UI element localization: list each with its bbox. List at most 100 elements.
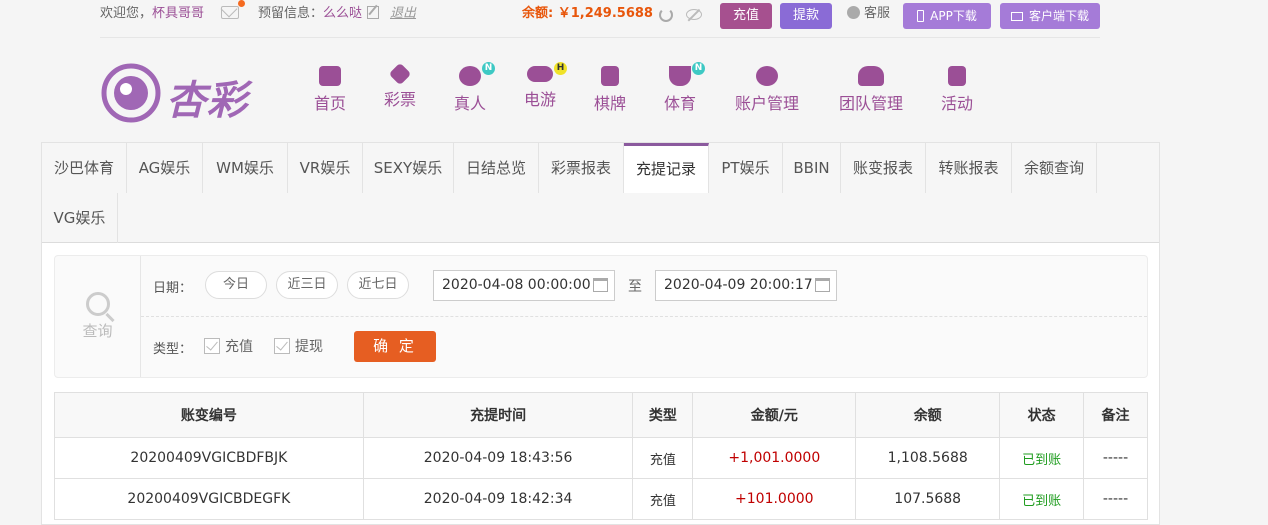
type-label: 类型：: [153, 342, 193, 357]
checkbox-icon: [274, 338, 290, 354]
unread-dot: [238, 0, 245, 7]
nav-home[interactable]: 首页: [313, 66, 347, 114]
type-recharge-checkbox[interactable]: 充值: [204, 336, 253, 356]
phone-icon: [917, 10, 925, 22]
col-header[interactable]: 状态: [999, 392, 1085, 438]
tab-vg[interactable]: VG娱乐: [42, 193, 118, 243]
trophy-icon: N: [669, 62, 705, 86]
site-logo[interactable]: 杏彩: [100, 62, 260, 124]
record-type: 充值: [632, 478, 694, 520]
nav-live[interactable]: N 真人: [453, 62, 495, 114]
tab-balance-query[interactable]: 余额查询: [1012, 143, 1097, 193]
nav-chess[interactable]: 棋牌: [593, 66, 627, 114]
tab-lottery-report[interactable]: 彩票报表: [539, 143, 624, 193]
record-time: 2020-04-09 18:43:56: [362, 437, 634, 479]
reserve-info: 预留信息：么么哒: [258, 6, 363, 21]
gamepad-icon: H: [527, 62, 567, 82]
record-balance: 1,108.5688: [855, 437, 1001, 479]
report-tabs: 沙巴体育 AG娱乐 WM娱乐 VR娱乐 SEXY娱乐 日结总览 彩票报表 充提记…: [42, 143, 1159, 243]
record-id: 20200409VGICBDEGFK: [54, 478, 364, 520]
tab-bbin[interactable]: BBIN: [783, 143, 841, 193]
record-amount: +101.0000: [692, 478, 857, 520]
team-icon: [858, 66, 884, 86]
date-row: 日期： 今日 近三日 近七日 2020-04-08 00:00:00 至 202…: [141, 256, 1147, 317]
checkbox-icon: [204, 338, 220, 354]
tab-account-change[interactable]: 账变报表: [841, 143, 926, 193]
monitor-icon: [1010, 12, 1023, 21]
tab-pt[interactable]: PT娱乐: [709, 143, 783, 193]
cards-icon: [601, 66, 619, 86]
recharge-button[interactable]: 充值: [720, 3, 772, 29]
col-header[interactable]: 备注: [1083, 392, 1148, 438]
top-bar: 欢迎您，杯具哥哥 预留信息：么么哒 退出 余额: ￥1,249.5688 充值 …: [0, 0, 1268, 38]
record-id: 20200409VGICBDFBJK: [54, 437, 364, 479]
tab-sexy[interactable]: SEXY娱乐: [363, 143, 454, 193]
table-row[interactable]: 20200409VGICBDEGFK 2020-04-09 18:42:34 充…: [54, 478, 1148, 520]
to-label: 至: [628, 279, 642, 295]
home-icon: [319, 66, 341, 86]
yen-icon: [756, 66, 778, 86]
record-status: 已到账: [999, 437, 1085, 479]
edit-icon[interactable]: [367, 6, 379, 19]
record-note: -----: [1083, 478, 1148, 520]
refresh-icon[interactable]: [659, 8, 673, 22]
nav-lottery[interactable]: 彩票: [383, 62, 417, 110]
filter-box: 查询 日期： 今日 近三日 近七日 2020-04-08 00:00:00 至 …: [54, 255, 1148, 378]
record-note: -----: [1083, 437, 1148, 479]
tab-saba-sports[interactable]: 沙巴体育: [42, 143, 127, 193]
service-icon: [847, 6, 860, 19]
type-withdraw-checkbox[interactable]: 提现: [274, 336, 323, 356]
live-dealer-icon: N: [459, 62, 495, 86]
table-row[interactable]: 20200409VGICBDFBJK 2020-04-09 18:43:56 充…: [54, 437, 1148, 479]
col-header[interactable]: 金额/元: [692, 392, 857, 438]
range-3days-button[interactable]: 近三日: [276, 271, 338, 299]
withdraw-button[interactable]: 提款: [780, 3, 832, 29]
record-balance: 107.5688: [855, 478, 1001, 520]
col-header[interactable]: 充提时间: [362, 392, 634, 438]
calendar-icon[interactable]: [815, 278, 830, 292]
tab-vr[interactable]: VR娱乐: [288, 143, 363, 193]
date-label: 日期：: [153, 281, 193, 296]
range-7days-button[interactable]: 近七日: [347, 271, 409, 299]
record-time: 2020-04-09 18:42:34: [362, 478, 634, 520]
hide-balance-icon[interactable]: [686, 9, 702, 20]
welcome-text: 欢迎您，杯具哥哥: [100, 6, 205, 21]
logo-text: 杏彩: [166, 78, 248, 124]
mail-icon[interactable]: [221, 0, 245, 19]
nav-account[interactable]: 账户管理: [733, 66, 801, 114]
nav-sports[interactable]: N 体育: [663, 62, 705, 114]
end-date-input[interactable]: 2020-04-09 20:00:17: [655, 270, 837, 301]
tab-deposit-withdraw[interactable]: 充提记录: [624, 143, 709, 193]
report-panel: 沙巴体育 AG娱乐 WM娱乐 VR娱乐 SEXY娱乐 日结总览 彩票报表 充提记…: [41, 142, 1160, 525]
col-header[interactable]: 账变编号: [54, 392, 364, 438]
tab-daily-summary[interactable]: 日结总览: [454, 143, 539, 193]
nav-egame[interactable]: H 电游: [523, 62, 567, 110]
lottery-icon: [388, 62, 412, 86]
customer-service-link[interactable]: 客服: [847, 0, 890, 28]
tab-wm[interactable]: WM娱乐: [203, 143, 288, 193]
logout-link[interactable]: 退出: [390, 0, 416, 28]
col-header[interactable]: 余额: [855, 392, 1001, 438]
col-header[interactable]: 类型: [632, 392, 694, 438]
nav-team[interactable]: 团队管理: [837, 66, 905, 114]
record-type: 充值: [632, 437, 694, 479]
tab-ag[interactable]: AG娱乐: [127, 143, 203, 193]
query-label: 查询: [82, 322, 113, 340]
balance-text: 余额: ￥1,249.5688: [522, 6, 653, 21]
logo-emblem-icon: [101, 63, 161, 123]
username-link[interactable]: 杯具哥哥: [152, 6, 204, 21]
app-download-button[interactable]: APP下载: [903, 3, 991, 29]
gift-icon: [948, 66, 966, 86]
tab-transfer-report[interactable]: 转账报表: [926, 143, 1012, 193]
table-header-row: 账变编号 充提时间 类型 金额/元 余额 状态 备注: [54, 392, 1148, 438]
range-today-button[interactable]: 今日: [205, 271, 267, 299]
records-table: 账变编号 充提时间 类型 金额/元 余额 状态 备注 20200409VGICB…: [54, 392, 1148, 520]
divider: [100, 37, 1100, 38]
client-download-button[interactable]: 客户端下载: [1000, 3, 1100, 29]
record-amount: +1,001.0000: [692, 437, 857, 479]
calendar-icon[interactable]: [593, 278, 608, 292]
confirm-button[interactable]: 确 定: [354, 331, 436, 362]
start-date-input[interactable]: 2020-04-08 00:00:00: [433, 270, 615, 301]
nav-activity[interactable]: 活动: [940, 66, 974, 114]
query-section: 查询: [55, 256, 141, 377]
